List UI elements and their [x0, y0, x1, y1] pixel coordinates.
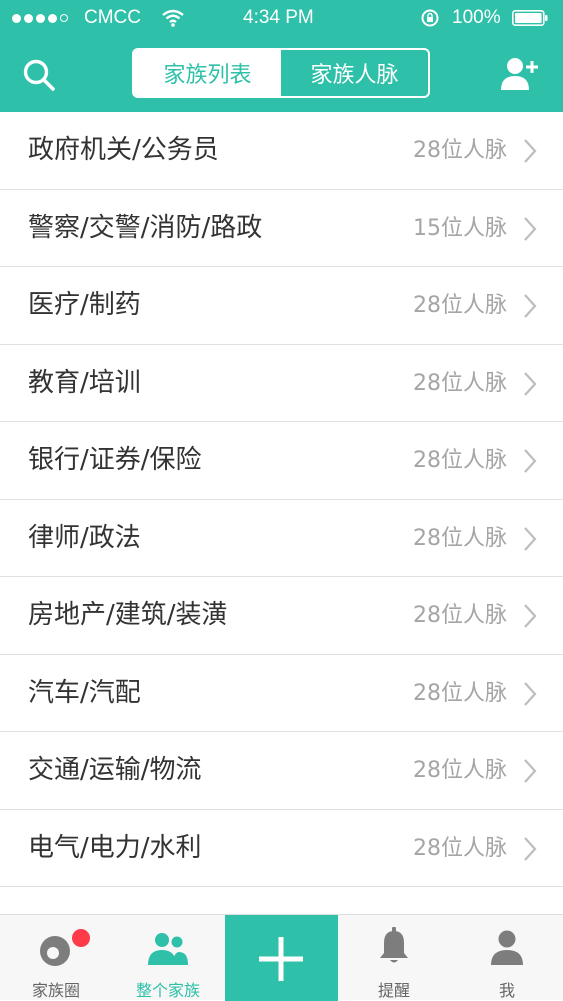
- add-button[interactable]: [225, 915, 338, 1001]
- category-list: 政府机关/公务员 28位人脉 警察/交警/消防/路政 15位人脉 医疗/制药 2…: [0, 112, 563, 887]
- category-label: 警察/交警/消防/路政: [28, 212, 263, 243]
- contact-count: 28位人脉: [413, 680, 507, 706]
- carrier-name: CMCC: [84, 7, 141, 28]
- plus-icon: [259, 937, 303, 981]
- clock: 4:34 PM: [243, 7, 314, 28]
- whole-family-icon: [148, 933, 188, 965]
- category-label: 房地产/建筑/装潢: [28, 600, 228, 630]
- chevron-right-icon: [524, 759, 537, 783]
- bell-icon: [380, 927, 408, 963]
- category-label: 银行/证券/保险: [28, 445, 202, 475]
- list-item[interactable]: 房地产/建筑/装潢 28位人脉: [0, 577, 563, 655]
- tab-whole-family[interactable]: 整个家族: [112, 915, 224, 1001]
- category-label: 律师/政法: [28, 522, 141, 553]
- search-icon[interactable]: [22, 58, 56, 92]
- contact-count: 28位人脉: [413, 370, 507, 396]
- tab-label: 家族圈: [31, 981, 80, 1000]
- tab-label: 提醒: [377, 981, 410, 1000]
- signal-strength-icon: [12, 14, 68, 23]
- chevron-right-icon: [524, 371, 537, 396]
- category-label: 汽车/汽配: [28, 677, 141, 708]
- tab-family-network[interactable]: 家族人脉: [281, 50, 428, 96]
- app-header: CMCC 4:34 PM 100% 家族列表 家族人脉: [0, 0, 563, 112]
- chevron-right-icon: [524, 836, 537, 861]
- chevron-right-icon: [524, 139, 537, 163]
- chevron-right-icon: [524, 216, 537, 241]
- contact-count: 15位人脉: [413, 215, 507, 241]
- category-label: 政府机关/公务员: [28, 135, 219, 165]
- tab-label: 我: [498, 981, 515, 1000]
- chevron-right-icon: [524, 604, 537, 628]
- chevron-right-icon: [524, 449, 537, 473]
- tab-reminders[interactable]: 提醒: [338, 915, 450, 1001]
- contact-count: 28位人脉: [413, 138, 507, 163]
- status-bar: CMCC 4:34 PM 100%: [0, 0, 563, 36]
- contact-count: 28位人脉: [413, 835, 507, 861]
- list-item[interactable]: 教育/培训 28位人脉: [0, 345, 563, 422]
- category-label: 交通/运输/物流: [28, 755, 202, 785]
- chevron-right-icon: [524, 294, 537, 318]
- list-item[interactable]: 律师/政法 28位人脉: [0, 500, 563, 577]
- add-user-icon[interactable]: [500, 56, 540, 92]
- list-item[interactable]: 医疗/制药 28位人脉: [0, 267, 563, 345]
- category-label: 电气/电力/水利: [28, 832, 202, 863]
- contact-count: 28位人脉: [413, 758, 507, 783]
- list-item[interactable]: 电气/电力/水利 28位人脉: [0, 810, 563, 887]
- battery-icon: [512, 10, 548, 26]
- tab-family-circle[interactable]: 家族圈: [0, 915, 112, 1001]
- contact-count: 28位人脉: [413, 525, 507, 551]
- contact-count: 28位人脉: [413, 448, 507, 473]
- tab-me[interactable]: 我: [451, 915, 563, 1001]
- list-item[interactable]: 交通/运输/物流 28位人脉: [0, 732, 563, 810]
- contact-count: 28位人脉: [413, 293, 507, 318]
- contact-count: 28位人脉: [413, 603, 507, 628]
- header-segmented-control: 家族列表 家族人脉: [132, 48, 430, 98]
- tab-label: 整个家族: [135, 981, 200, 1000]
- bottom-tab-bar: 家族圈 整个家族 提醒 我: [0, 914, 563, 1001]
- wifi-icon: [162, 9, 184, 27]
- list-item[interactable]: 银行/证券/保险 28位人脉: [0, 422, 563, 500]
- list-item[interactable]: 政府机关/公务员 28位人脉: [0, 112, 563, 190]
- chevron-right-icon: [524, 681, 537, 706]
- chevron-right-icon: [524, 526, 537, 551]
- notification-badge: [72, 929, 90, 947]
- list-item[interactable]: 警察/交警/消防/路政 15位人脉: [0, 190, 563, 267]
- category-label: 医疗/制药: [28, 290, 141, 320]
- person-icon: [491, 930, 523, 965]
- rotation-lock-icon: [421, 9, 439, 27]
- family-circle-icon: [40, 936, 70, 966]
- list-item[interactable]: 汽车/汽配 28位人脉: [0, 655, 563, 732]
- category-label: 教育/培训: [28, 367, 141, 398]
- battery-percent: 100%: [452, 7, 501, 28]
- tab-family-list[interactable]: 家族列表: [134, 50, 281, 96]
